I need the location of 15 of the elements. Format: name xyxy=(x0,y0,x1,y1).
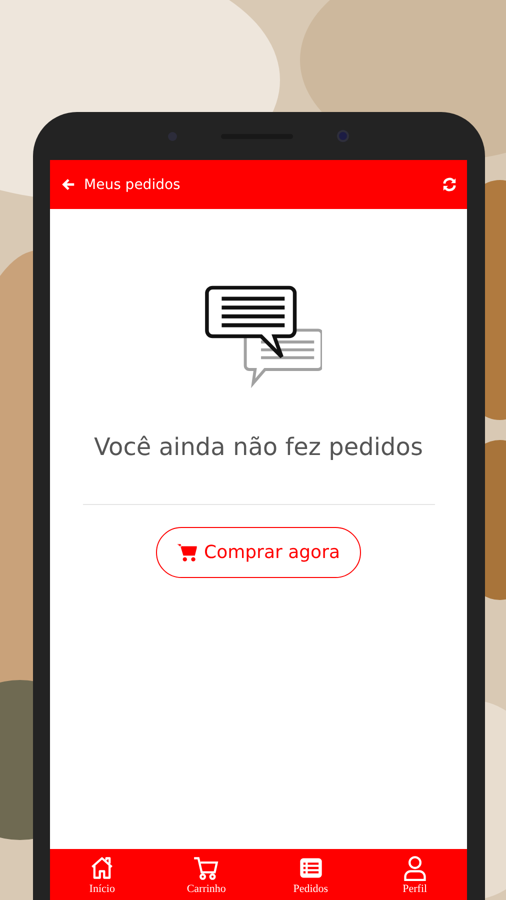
buy-now-button[interactable]: Comprar agora xyxy=(156,527,361,578)
empty-message: Você ainda não fez pedidos xyxy=(94,433,423,461)
cart-icon xyxy=(193,855,220,881)
camera-icon xyxy=(337,130,349,142)
cart-icon xyxy=(177,543,198,562)
nav-tab[interactable]: Pedidos xyxy=(270,849,351,900)
nav-tab[interactable]: Início xyxy=(62,849,142,900)
nav-tab[interactable]: Carrinho xyxy=(166,849,246,900)
sensor-icon xyxy=(168,132,177,140)
back-arrow-icon[interactable] xyxy=(61,177,76,192)
screen-title: Meus pedidos xyxy=(84,176,182,192)
refresh-icon[interactable] xyxy=(442,177,457,192)
home-icon xyxy=(89,855,116,881)
user-icon xyxy=(402,855,428,881)
nav-tab[interactable]: Perfil xyxy=(374,849,455,900)
